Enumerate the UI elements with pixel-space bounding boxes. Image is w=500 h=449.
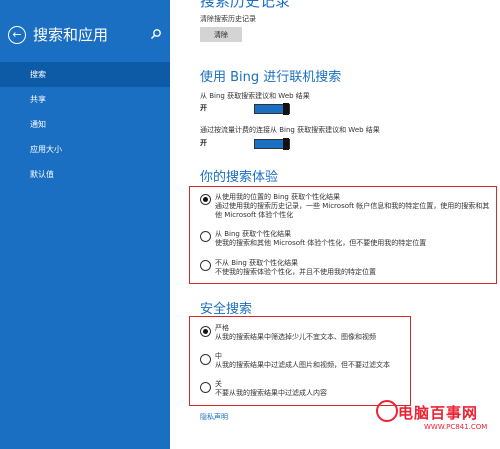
sidebar-nav: 搜索 共享 通知 应用大小 默认值 — [0, 62, 170, 187]
experience-option-location-title: 从使用我的位置的 Bing 获取个性化结果 — [215, 193, 341, 201]
clear-history-button[interactable]: 清除 — [200, 27, 242, 42]
safe-search-heading: 安全搜索 — [200, 302, 253, 317]
metered-suggestions-label: 通过按流量计费的连接从 Bing 获取搜索建议和 Web 结果 — [200, 126, 380, 134]
safe-option-strict-desc: 从我的搜索结果中筛选掉少儿不宜文本、图像和视频 — [215, 333, 376, 341]
bing-suggestions-state: 开 — [200, 104, 207, 112]
search-icon[interactable] — [150, 28, 162, 40]
experience-option-personal-desc: 使我的搜索和其他 Microsoft 体验个性化，但不要使用我的特定位置 — [215, 239, 427, 247]
experience-option-personal-radio[interactable] — [200, 231, 211, 242]
experience-option-none-title: 不从 Bing 获取个性化结果 — [215, 259, 299, 267]
toggle-thumb — [283, 138, 289, 150]
experience-option-location-desc: 通过使用我的搜索历史记录，一些 Microsoft 帐户信息和我的特定位置，使用… — [215, 202, 490, 219]
safe-option-off-title: 关 — [215, 380, 222, 388]
search-experience-heading: 你的搜索体验 — [200, 170, 279, 185]
sidebar: ← 搜索和应用 搜索 共享 通知 应用大小 默认值 — [0, 0, 170, 449]
watermark-site: WWW.PC841.COM — [424, 423, 488, 431]
metered-suggestions-state: 开 — [200, 139, 207, 147]
safe-option-off-radio[interactable] — [200, 382, 211, 393]
clear-history-label: 清除搜索历史记录 — [200, 15, 256, 23]
experience-option-none-desc: 不使我的搜索体验个性化，并且不使用我的特定位置 — [215, 268, 376, 276]
back-arrow-icon[interactable]: ← — [8, 25, 26, 44]
safe-option-strict: 严格 从我的搜索结果中筛选掉少儿不宜文本、图像和视频 — [215, 324, 405, 342]
safe-option-moderate-desc: 从我的搜索结果中过滤成人图片和视频，但不要过滤文本 — [215, 361, 390, 369]
safe-option-moderate: 中 从我的搜索结果中过滤成人图片和视频，但不要过滤文本 — [215, 352, 405, 370]
bing-search-heading: 使用 Bing 进行联机搜索 — [200, 70, 342, 85]
safe-option-strict-radio[interactable] — [200, 326, 211, 337]
watermark-logo-icon — [376, 400, 398, 422]
watermark-logo-text: 电脑百事网 — [398, 404, 479, 422]
safe-option-moderate-title: 中 — [215, 352, 222, 360]
privacy-statement-link[interactable]: 隐私声明 — [200, 412, 228, 422]
watermark: 电脑百事网 WWW.PC841.COM — [376, 400, 488, 431]
experience-option-location-radio[interactable] — [200, 194, 211, 205]
sidebar-item-notifications[interactable]: 通知 — [0, 112, 170, 137]
experience-option-none-radio[interactable] — [200, 260, 211, 271]
bing-suggestions-toggle[interactable] — [254, 103, 290, 115]
sidebar-item-search[interactable]: 搜索 — [0, 62, 170, 87]
safe-option-moderate-radio[interactable] — [200, 354, 211, 365]
safe-option-off-desc: 不要从我的搜索结果中过滤成人内容 — [215, 389, 327, 397]
metered-suggestions-toggle[interactable] — [254, 138, 290, 150]
experience-option-personal: 从 Bing 获取个性化结果 使我的搜索和其他 Microsoft 体验个性化，… — [215, 230, 491, 248]
settings-content: 搜索历史记录 清除搜索历史记录 清除 使用 Bing 进行联机搜索 从 Bing… — [170, 0, 500, 449]
sidebar-header: ← 搜索和应用 — [8, 24, 108, 45]
sidebar-item-defaults[interactable]: 默认值 — [0, 162, 170, 187]
experience-option-none: 不从 Bing 获取个性化结果 不使我的搜索体验个性化，并且不使用我的特定位置 — [215, 259, 491, 277]
sidebar-title: 搜索和应用 — [33, 26, 109, 44]
search-history-heading: 搜索历史记录 — [200, 0, 291, 10]
safe-option-off: 关 不要从我的搜索结果中过滤成人内容 — [215, 380, 405, 398]
experience-option-personal-title: 从 Bing 获取个性化结果 — [215, 230, 292, 238]
experience-option-location: 从使用我的位置的 Bing 获取个性化结果 通过使用我的搜索历史记录，一些 Mi… — [215, 193, 491, 220]
sidebar-item-share[interactable]: 共享 — [0, 87, 170, 112]
sidebar-item-app-sizes[interactable]: 应用大小 — [0, 137, 170, 162]
safe-option-strict-title: 严格 — [215, 324, 229, 332]
bing-suggestions-label: 从 Bing 获取搜索建议和 Web 结果 — [200, 92, 310, 100]
toggle-thumb — [283, 103, 289, 115]
